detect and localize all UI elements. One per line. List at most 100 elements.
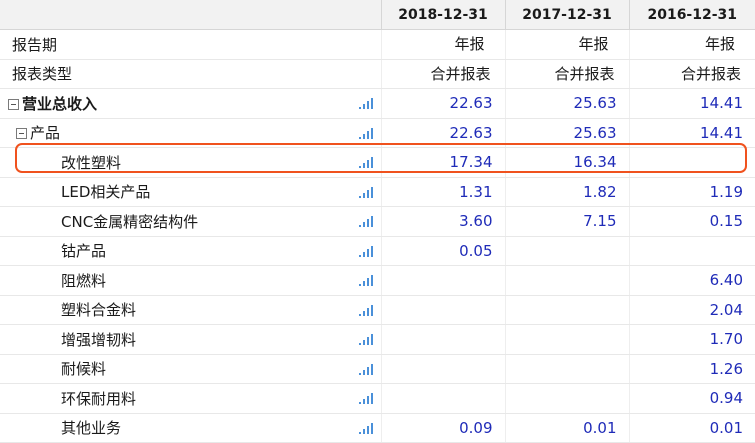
chart-icon-bar — [367, 396, 369, 404]
chart-icon-bar — [367, 101, 369, 109]
column-header-2017[interactable]: 2017-12-31 — [504, 0, 629, 30]
bar-chart-icon[interactable] — [358, 127, 374, 139]
table-row[interactable]: CNC金属精密结构件 3.60 7.15 0.15 — [0, 206, 755, 237]
table-cell: 25.63 — [504, 88, 629, 119]
row-label-wrap: 营业总收入 — [0, 90, 97, 118]
table-cell — [504, 354, 629, 384]
chart-icon-bar — [359, 284, 361, 286]
chart-icon-bar — [363, 133, 365, 139]
bar-chart-icon[interactable] — [358, 97, 374, 109]
row-label-wrap: CNC金属精密结构件 — [0, 208, 198, 236]
table-cell: 1.70 — [628, 324, 755, 355]
chart-icon-bar — [363, 104, 365, 109]
chart-icon-bar — [367, 130, 369, 139]
row-label-wrap: 环保耐用料 — [0, 385, 136, 413]
table-row[interactable]: 阻燃料 6.40 — [0, 265, 755, 296]
column-header-2016[interactable]: 2016-12-31 — [628, 0, 755, 30]
table-row[interactable]: 耐候料 1.26 — [0, 354, 755, 384]
chart-icon-bar — [359, 402, 361, 404]
row-label-cell: 耐候料 — [0, 354, 381, 384]
bar-chart-icon[interactable] — [358, 215, 374, 227]
row-label: 塑料合金料 — [61, 301, 137, 319]
row-label-wrap: LED相关产品 — [0, 178, 150, 206]
table-row[interactable]: 产品 22.63 25.63 14.41 — [0, 118, 755, 148]
table-cell: 17.34 — [380, 147, 505, 178]
row-label: 环保耐用料 — [61, 389, 137, 408]
bar-chart-icon[interactable] — [358, 333, 374, 345]
table-row[interactable]: LED相关产品 1.31 1.82 1.19 — [0, 177, 755, 207]
chart-icon-bar — [359, 254, 361, 257]
table-cell: 2.04 — [628, 295, 755, 325]
table-cell: 0.05 — [380, 236, 505, 266]
table-cell: 14.41 — [628, 88, 755, 119]
table-cell: 年报 — [380, 29, 505, 60]
table-row[interactable]: 增强增韧料 1.70 — [0, 324, 755, 355]
chart-icon-bar — [371, 422, 373, 434]
chart-icon-bar — [359, 166, 361, 168]
chart-icon-bar — [371, 245, 373, 257]
table-cell — [628, 147, 755, 178]
chart-icon-bar — [359, 136, 361, 139]
row-label-cell: 阻燃料 — [0, 265, 381, 296]
row-label-cell: LED相关产品 — [0, 177, 381, 207]
table-header-row: 2018-12-31 2017-12-31 2016-12-31 — [0, 0, 755, 30]
chart-icon-bar — [359, 372, 361, 375]
chart-icon-bar — [363, 163, 365, 168]
row-label-wrap: 耐候料 — [0, 355, 106, 383]
row-label: 耐候料 — [61, 360, 107, 378]
chart-icon-bar — [371, 393, 373, 404]
row-label-wrap: 阻燃料 — [0, 267, 106, 295]
bar-chart-icon[interactable] — [358, 304, 374, 316]
row-label-wrap: 产品 — [0, 119, 60, 147]
table-cell: 22.63 — [380, 118, 505, 148]
table-cell — [380, 265, 505, 296]
bar-chart-icon[interactable] — [358, 392, 374, 404]
table-cell: 16.34 — [504, 147, 629, 178]
table-cell: 7.15 — [504, 206, 629, 237]
collapse-minus-icon[interactable] — [8, 98, 19, 110]
row-label-wrap: 改性塑料 — [0, 149, 121, 177]
table-cell: 合并报表 — [380, 59, 505, 89]
table-cell — [628, 236, 755, 266]
table-cell: 6.40 — [628, 265, 755, 296]
row-label: 营业总收入 — [22, 94, 98, 113]
table-row-highlighted[interactable]: 改性塑料 17.34 16.34 — [0, 147, 755, 178]
meta-row-report-type: 报表类型 合并报表 合并报表 合并报表 — [0, 59, 755, 89]
chart-icon-bar — [359, 225, 361, 227]
chart-icon-bar — [363, 340, 365, 345]
bar-chart-icon[interactable] — [358, 156, 374, 168]
table-row[interactable]: 营业总收入 22.63 25.63 14.41 — [0, 88, 755, 119]
bar-chart-icon[interactable] — [358, 363, 374, 375]
row-label: 报告期 — [12, 35, 58, 54]
chart-icon-bar — [371, 304, 373, 316]
column-header-2018[interactable]: 2018-12-31 — [380, 0, 505, 30]
chart-icon-bar — [363, 399, 365, 404]
bar-chart-icon[interactable] — [358, 186, 374, 198]
chart-icon-bar — [363, 192, 365, 198]
row-label-wrap: 钴产品 — [0, 237, 106, 265]
chart-icon-bar — [359, 107, 361, 109]
table-row[interactable]: 钴产品 0.05 — [0, 236, 755, 266]
collapse-minus-icon[interactable] — [16, 128, 27, 139]
bar-chart-icon[interactable] — [358, 274, 374, 286]
table-cell: 22.63 — [380, 88, 505, 119]
header-corner — [0, 0, 381, 30]
row-label: LED相关产品 — [61, 183, 151, 201]
bar-chart-icon[interactable] — [358, 245, 374, 257]
row-label-cell: 产品 — [0, 118, 381, 148]
table-cell — [504, 383, 629, 414]
table-row[interactable]: 塑料合金料 2.04 — [0, 295, 755, 325]
table-cell: 合并报表 — [628, 59, 755, 89]
row-label-wrap: 其他业务 — [0, 414, 121, 442]
chart-icon-bar — [359, 195, 361, 198]
table-cell: 合并报表 — [504, 59, 629, 89]
chart-icon-bar — [359, 313, 361, 316]
table-row[interactable]: 环保耐用料 0.94 — [0, 383, 755, 414]
table-cell: 14.41 — [628, 118, 755, 148]
row-label: 产品 — [30, 124, 61, 142]
table-cell: 1.82 — [504, 177, 629, 207]
row-label: CNC金属精密结构件 — [61, 212, 199, 231]
table-cell — [380, 324, 505, 355]
row-label-cell: 营业总收入 — [0, 88, 381, 119]
row-label-wrap: 增强增韧料 — [0, 326, 136, 354]
